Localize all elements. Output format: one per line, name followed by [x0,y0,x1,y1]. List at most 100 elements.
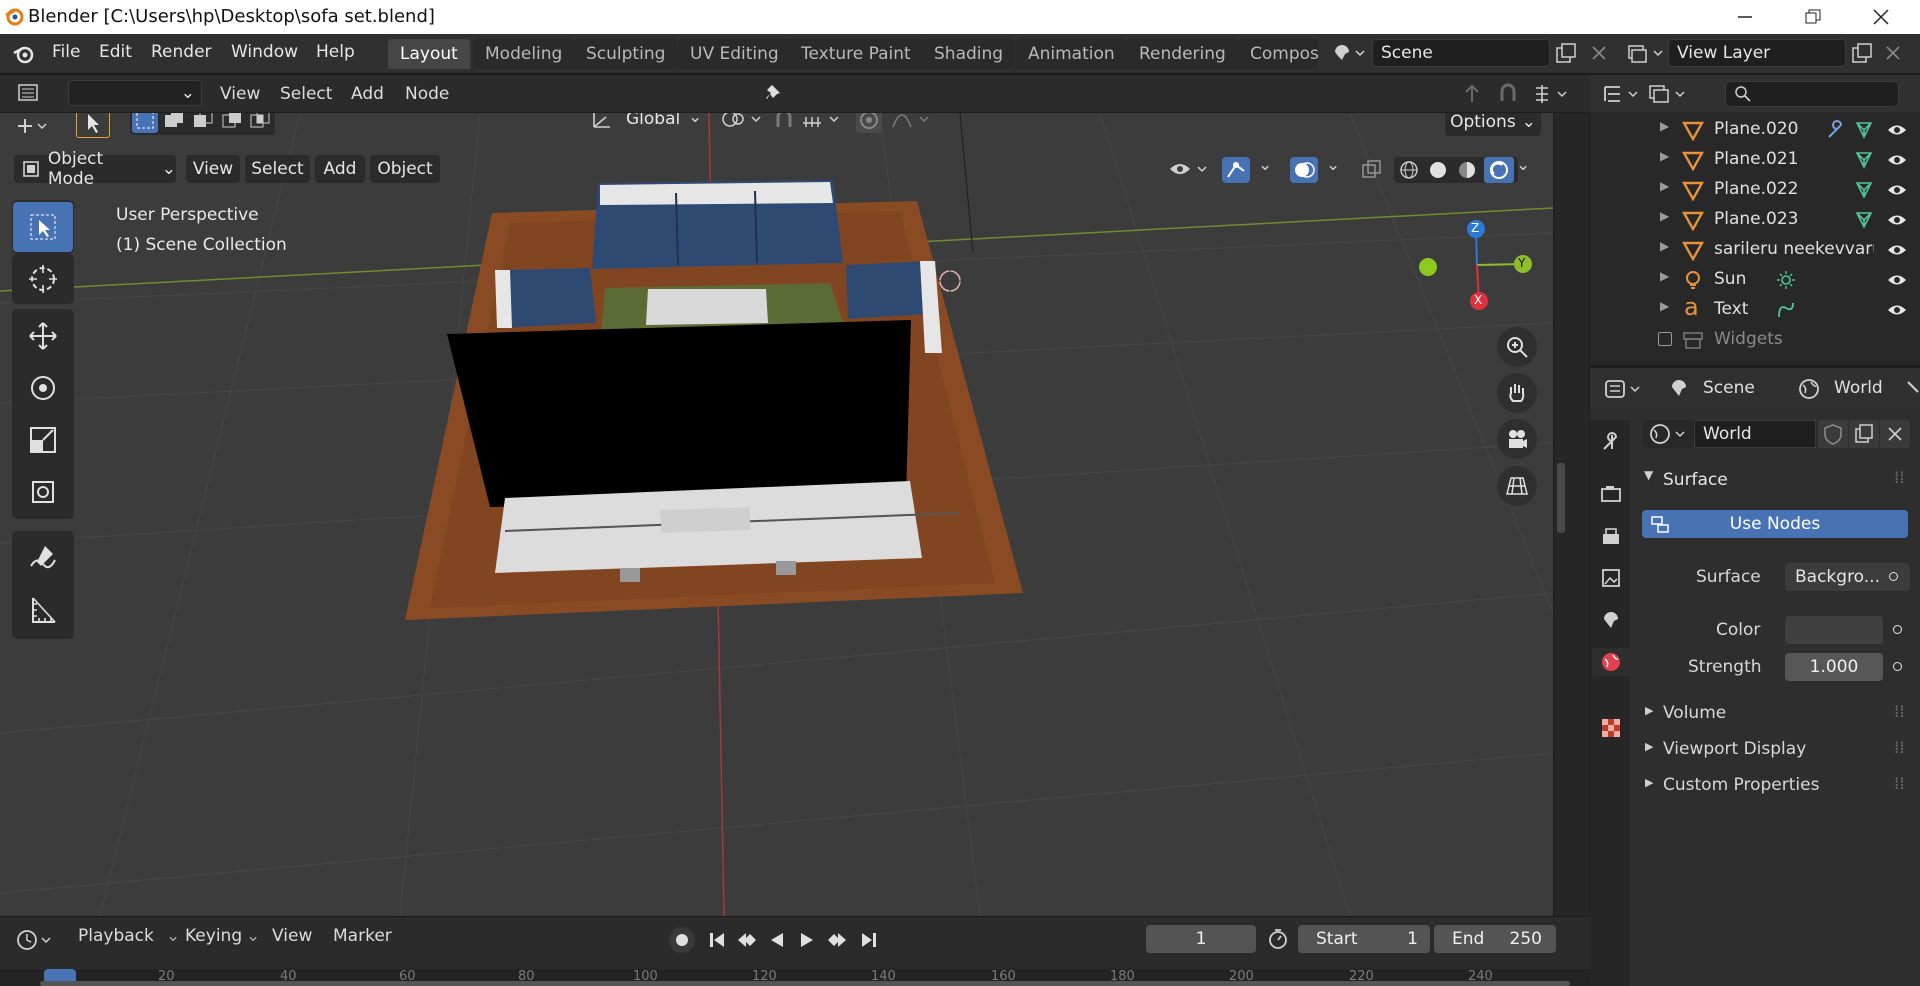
viewport-display-panel-header[interactable]: Viewport Display [1663,739,1806,759]
play-icon[interactable] [794,927,820,953]
scene-breadcrumb[interactable]: Scene [1703,378,1755,398]
keying-chevron-icon[interactable]: ⌄ [246,926,260,946]
outliner-row-plane-021[interactable]: ▶ Plane.021 [1590,145,1920,175]
render-properties-tab-icon[interactable] [1597,480,1625,508]
modifier-wrench-icon[interactable] [1826,120,1846,140]
outliner-row-plane-020[interactable]: ▶ Plane.020 [1590,115,1920,145]
surface-panel-header[interactable]: Surface [1663,470,1728,490]
expand-arrow-icon[interactable]: ▶ [1660,299,1669,313]
gizmo-dropdown-icon[interactable]: ⌄ [1258,155,1272,175]
pin-icon[interactable] [1906,378,1920,398]
measure-tool-icon[interactable] [13,585,73,635]
3d-viewport[interactable]: Z Y X Global ⌄ Options ⌄ Object Mode ⌄ Vie… [0,113,1553,916]
outliner-row-sarileru[interactable]: ▶ sarileru neekevvaru [1590,235,1920,265]
select-intersect-icon[interactable] [247,113,273,133]
tab-texture-paint[interactable]: Texture Paint [789,39,923,69]
minimize-button[interactable] [1716,0,1774,34]
viewport-display-panel-chevron-icon[interactable]: ▶ [1645,740,1653,753]
expand-arrow-icon[interactable]: ▶ [1660,269,1669,283]
mesh-data-icon[interactable] [1854,120,1874,140]
visibility-eye-icon[interactable] [1886,150,1908,170]
viewport-menu-object[interactable]: Object [370,155,440,183]
timeline-editor-type-icon[interactable] [16,928,56,952]
rendered-shading-icon[interactable] [1484,157,1514,183]
viewport-scene[interactable] [0,113,1553,916]
world-name-field[interactable]: World [1694,420,1816,448]
start-frame-field[interactable]: Start 1 [1298,925,1430,953]
output-properties-tab-icon[interactable] [1597,523,1625,551]
snap-target-icon[interactable] [800,113,846,131]
sun-data-icon[interactable] [1776,270,1796,290]
scrollbar-thumb[interactable] [1557,463,1565,533]
select-extend-icon[interactable] [161,113,187,133]
transform-orientation-icon[interactable] [590,113,614,131]
mesh-data-icon[interactable] [1854,210,1874,230]
tab-modeling[interactable]: Modeling [473,39,575,69]
select-subtract-icon[interactable] [190,113,216,133]
menu-help[interactable]: Help [316,42,355,62]
select-box-tool-icon[interactable] [13,202,73,252]
menu-add[interactable]: Add [351,84,384,104]
visibility-eye-icon[interactable] [1886,120,1908,140]
drag-handle-icon[interactable]: ⁞⁞ [1894,702,1905,722]
annotate-tool-icon[interactable] [13,533,73,583]
falloff-icon[interactable] [890,113,936,131]
menu-timeline-view[interactable]: View [272,926,312,946]
menu-file[interactable]: File [52,42,80,62]
world-properties-tab-icon[interactable] [1592,648,1630,676]
menu-node[interactable]: Node [405,84,449,104]
display-mode-icon[interactable] [1648,82,1692,106]
close-window-button[interactable] [1852,0,1910,34]
expand-arrow-icon[interactable]: ▶ [1660,149,1669,163]
menu-render[interactable]: Render [151,42,212,62]
tab-uv-editing[interactable]: UV Editing [678,39,791,69]
outliner-row-plane-023[interactable]: ▶ Plane.023 [1590,205,1920,235]
object-mode-dropdown[interactable]: Object Mode ⌄ [14,149,176,189]
camera-view-icon[interactable] [1497,419,1537,459]
visibility-eye-icon[interactable] [1886,270,1908,290]
view-layer-field[interactable]: View Layer [1668,39,1846,67]
color-swatch[interactable] [1785,616,1883,644]
rotate-tool-icon[interactable] [13,363,73,413]
properties-editor-type-icon[interactable] [1604,377,1644,401]
solid-shading-icon[interactable] [1426,159,1450,181]
visibility-filter-icon[interactable] [1168,157,1212,181]
overlays-toggle-icon[interactable] [1290,157,1318,183]
expand-arrow-icon[interactable]: ▶ [1660,119,1669,133]
duplicate-world-icon[interactable] [1849,420,1879,448]
strength-socket-icon[interactable] [1893,662,1902,671]
viewport-menu-view[interactable]: View [186,155,240,183]
tab-animation[interactable]: Animation [1016,39,1127,69]
editor-dropdown[interactable]: ⌄ [68,80,202,106]
menu-marker[interactable]: Marker [333,926,392,946]
select-new-icon[interactable] [132,113,158,133]
current-frame-field[interactable]: 1 [1146,925,1256,953]
pin-icon[interactable] [764,82,786,104]
custom-properties-panel-chevron-icon[interactable]: ▶ [1645,776,1653,789]
drag-handle-icon[interactable]: ⁞⁞ [1894,774,1905,794]
custom-properties-panel-header[interactable]: Custom Properties [1663,775,1819,795]
menu-playback[interactable]: Playback [78,926,154,946]
pan-hand-icon[interactable] [1497,373,1537,413]
scale-tool-icon[interactable] [13,415,73,465]
blender-menu-icon[interactable] [12,43,36,65]
snap-icon[interactable] [1497,83,1519,105]
curve-data-icon[interactable] [1776,300,1796,320]
menu-view[interactable]: View [220,84,260,104]
parent-node-icon[interactable] [1461,83,1483,105]
chevron-down-icon[interactable]: ⌄ [688,113,702,127]
exclude-checkbox[interactable] [1658,332,1672,346]
tab-rendering[interactable]: Rendering [1127,39,1238,69]
strength-field[interactable]: 1.000 [1785,653,1883,681]
visibility-eye-icon[interactable] [1886,210,1908,230]
tab-sculpting[interactable]: Sculpting [574,39,678,69]
new-scene-icon[interactable] [1555,42,1577,64]
drag-handle-icon[interactable]: ⁞⁞ [1894,468,1905,488]
jump-to-end-icon[interactable] [856,927,882,953]
delete-view-layer-icon[interactable] [1884,44,1902,62]
color-socket-icon[interactable] [1893,625,1902,634]
scene-field[interactable]: Scene [1372,39,1550,67]
scene-selector-icon[interactable] [1331,42,1367,64]
volume-panel-header[interactable]: Volume [1663,703,1726,723]
transform-orientation-value[interactable]: Global [626,113,680,129]
